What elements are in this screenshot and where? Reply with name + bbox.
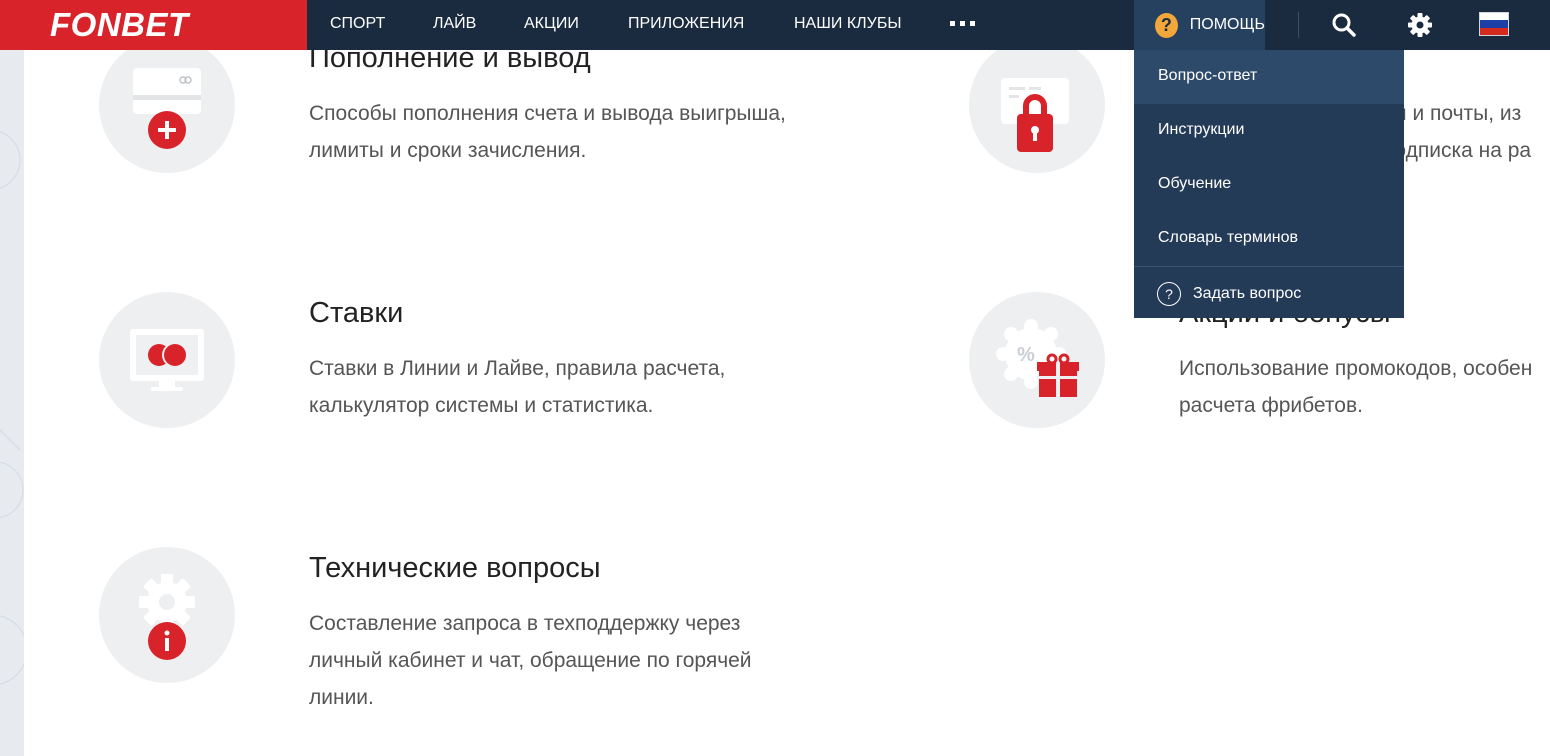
technical-gear-info-icon[interactable] bbox=[99, 547, 235, 683]
ask-question-label: Задать вопрос bbox=[1193, 284, 1302, 302]
menu-item-glossary[interactable]: Словарь терминов bbox=[1134, 212, 1404, 266]
nav-apps[interactable]: ПРИЛОЖЕНИЯ bbox=[628, 0, 744, 50]
divider bbox=[1298, 12, 1299, 38]
menu-item-faq[interactable]: Вопрос-ответ bbox=[1134, 50, 1404, 104]
question-circle-icon: ? bbox=[1157, 281, 1181, 306]
section-title-bets[interactable]: Ставки bbox=[309, 297, 403, 330]
logo-text: FONBET bbox=[50, 6, 189, 43]
ask-question-button[interactable]: ? Задать вопрос bbox=[1134, 267, 1404, 320]
section-desc-technical: Составление запроса в техподдержку через… bbox=[309, 612, 752, 709]
fonbet-logo[interactable]: FONBET bbox=[0, 0, 307, 50]
help-button[interactable]: ? ПОМОЩЬ bbox=[1134, 0, 1265, 50]
account-security-lock-icon[interactable] bbox=[969, 37, 1105, 173]
section-desc-account: ля и почты, из подписка на ра bbox=[1383, 102, 1532, 162]
promotions-gift-icon[interactable]: % bbox=[969, 292, 1105, 428]
nav-live[interactable]: ЛАЙВ bbox=[433, 0, 476, 50]
section-desc-promotions: Использование промокодов, особен расчета… bbox=[1179, 357, 1533, 417]
menu-item-instructions[interactable]: Инструкции bbox=[1134, 104, 1404, 158]
language-flag-russia-icon[interactable] bbox=[1479, 12, 1509, 36]
search-icon[interactable] bbox=[1320, 0, 1368, 50]
decorative-pattern bbox=[0, 131, 24, 685]
top-navigation-bar: FONBET СПОРТ ЛАЙВ АКЦИИ ПРИЛОЖЕНИЯ НАШИ … bbox=[0, 0, 1550, 50]
menu-item-training[interactable]: Обучение bbox=[1134, 158, 1404, 212]
section-desc-bets: Ставки в Линии и Лайве, правила расчета,… bbox=[309, 357, 726, 417]
more-menu-icon[interactable] bbox=[950, 21, 975, 27]
section-title-technical[interactable]: Технические вопросы bbox=[309, 552, 601, 585]
bets-monitor-icon[interactable] bbox=[99, 292, 235, 428]
help-dropdown-menu: Вопрос-ответ Инструкции Обучение Словарь… bbox=[1134, 50, 1404, 318]
settings-gear-icon[interactable] bbox=[1396, 0, 1444, 50]
nav-our-clubs[interactable]: НАШИ КЛУБЫ bbox=[794, 0, 901, 50]
nav-sport[interactable]: СПОРТ bbox=[330, 0, 385, 50]
help-label: ПОМОЩЬ bbox=[1189, 16, 1265, 33]
question-icon: ? bbox=[1155, 12, 1178, 38]
svg-text:%: % bbox=[1017, 344, 1035, 366]
left-decorative-strip bbox=[0, 50, 24, 756]
section-desc-deposits: Способы пополнения счета и вывода выигры… bbox=[309, 102, 786, 162]
nav-promotions[interactable]: АКЦИИ bbox=[524, 0, 579, 50]
deposit-card-icon[interactable] bbox=[99, 37, 235, 173]
